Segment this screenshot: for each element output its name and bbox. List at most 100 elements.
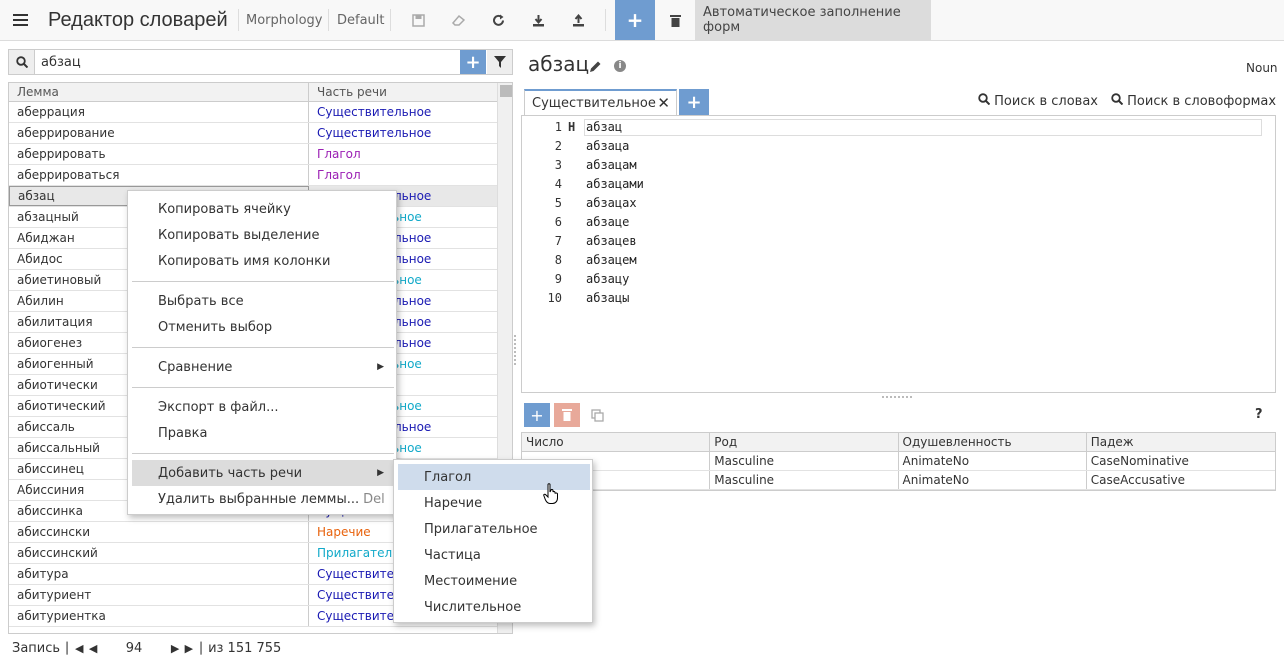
table-row[interactable]: аберрироваться Глагол — [9, 165, 512, 186]
last-page-icon[interactable]: ▶▕ — [184, 642, 202, 655]
submenu-item[interactable]: Наречие — [398, 490, 590, 516]
column-header-case[interactable]: Падеж — [1087, 433, 1275, 451]
add-lemma-button[interactable]: + — [460, 50, 486, 74]
hamburger-menu-icon[interactable] — [0, 0, 40, 40]
submenu-item[interactable]: Частица — [398, 542, 590, 568]
context-menu-item[interactable]: Копировать выделение — [132, 222, 394, 248]
table-row[interactable]: аберрация Существительное — [9, 102, 512, 123]
cell[interactable]: Masculine — [710, 471, 899, 489]
tab-noun[interactable]: Существительное ✕ — [524, 89, 677, 115]
wordform-line[interactable]: абзацу — [586, 272, 629, 286]
context-menu-item[interactable]: Копировать ячейку — [132, 196, 394, 222]
menu-item-label: Отменить выбор — [158, 319, 273, 335]
resize-handle[interactable] — [882, 396, 912, 399]
prev-page-icon[interactable]: ◀ — [84, 642, 102, 655]
submenu-arrow-icon: ▶ — [377, 362, 384, 372]
search-in-wordforms-link[interactable]: Поиск в словоформах — [1111, 93, 1276, 109]
submenu-item[interactable]: Прилагательное — [398, 516, 590, 542]
column-header-animacy[interactable]: Одушевленность — [899, 433, 1087, 451]
refresh-icon[interactable] — [478, 0, 518, 40]
upload-icon[interactable] — [558, 0, 598, 40]
pos-cell[interactable]: Глагол — [309, 165, 497, 185]
column-header-number[interactable]: Число — [522, 433, 711, 451]
search-input[interactable]: абзац — [41, 55, 81, 70]
autofill-forms-button[interactable]: Автоматическое заполнение форм — [695, 0, 931, 40]
page-number-input[interactable]: 94 — [102, 640, 167, 656]
cell[interactable]: AnimateNo — [899, 471, 1087, 489]
context-menu-item[interactable]: Выбрать все — [132, 288, 394, 314]
add-tab-button[interactable]: + — [679, 89, 709, 115]
wordform-line[interactable]: абзац — [586, 120, 622, 134]
submenu-item[interactable]: Глагол — [398, 464, 590, 490]
context-menu-item[interactable]: Отменить выбор — [132, 314, 394, 340]
column-header-lemma[interactable]: Лемма — [9, 83, 309, 101]
wordforms-editor[interactable]: 1 Набзац 2 абзаца 3 абзацам 4 абзацами 5 абзацах 6… — [521, 115, 1276, 393]
line-number: 3 — [554, 158, 562, 172]
table-row[interactable]: аберрировать Глагол — [9, 144, 512, 165]
context-menu-item[interactable]: Добавить часть речи ▶ — [132, 460, 394, 486]
wordform-line[interactable]: абзацах — [586, 196, 637, 210]
context-menu-item[interactable]: Правка — [132, 420, 394, 446]
tab-label: Существительное — [532, 95, 656, 111]
cell[interactable]: AnimateNo — [899, 452, 1087, 470]
wordform-line[interactable]: абзацами — [586, 177, 644, 191]
lemma-cell[interactable]: аберрирование — [9, 123, 309, 143]
add-lemma-button[interactable]: + — [615, 0, 655, 40]
lemma-cell[interactable]: аберрация — [9, 102, 309, 122]
filter-icon[interactable] — [487, 50, 512, 74]
add-pos-submenu: Глагол Наречие Прилагательное Частица Местои… — [393, 459, 593, 623]
context-menu-item[interactable]: Сравнение ▶ — [132, 354, 394, 380]
table-row[interactable]: Masculine AnimateNo CaseAccusative — [522, 471, 1275, 490]
help-icon[interactable]: ? — [1255, 407, 1263, 422]
lemma-cell[interactable]: абитура — [9, 564, 309, 584]
submenu-item[interactable]: Местоимение — [398, 568, 590, 594]
close-icon[interactable]: ✕ — [657, 94, 670, 112]
lemma-cell[interactable]: аберрироваться — [9, 165, 309, 185]
pos-cell[interactable]: Глагол — [309, 144, 497, 164]
column-header-pos[interactable]: Часть речи — [309, 83, 497, 101]
lemma-cell[interactable]: абиссинский — [9, 543, 309, 563]
cell[interactable]: Masculine — [710, 452, 899, 470]
scrollbar-thumb[interactable] — [500, 85, 512, 97]
pos-cell[interactable]: Существительное — [309, 123, 497, 143]
info-icon[interactable]: i — [614, 60, 626, 72]
lemma-cell[interactable]: аберрировать — [9, 144, 309, 164]
pos-cell[interactable]: Существительное — [309, 102, 497, 122]
pencil-icon[interactable] — [589, 60, 602, 77]
pager-total: из 151 755 — [208, 640, 282, 656]
breadcrumb-morphology[interactable]: Morphology — [246, 0, 322, 40]
cell[interactable]: CaseAccusative — [1087, 471, 1275, 489]
lemma-cell[interactable]: абитуриент — [9, 585, 309, 605]
search-icon[interactable] — [9, 50, 35, 74]
eraser-icon[interactable] — [438, 0, 478, 40]
save-icon[interactable] — [398, 0, 438, 40]
wordform-line[interactable]: абзаце — [586, 215, 629, 229]
line-number: 2 — [554, 139, 562, 153]
wordform-line[interactable]: абзацам — [586, 158, 637, 172]
menu-item-label: Добавить часть речи — [158, 465, 303, 481]
search-in-words-link[interactable]: Поиск в словах — [978, 93, 1098, 109]
context-menu-item[interactable]: Экспорт в файл... — [132, 394, 394, 420]
panel-splitter[interactable] — [514, 335, 517, 365]
add-grammeme-button[interactable]: + — [524, 403, 550, 427]
first-page-icon[interactable]: ▏◀ — [66, 642, 84, 655]
wordform-line[interactable]: абзацев — [586, 234, 637, 248]
copy-icon[interactable] — [584, 403, 610, 427]
wordform-line[interactable]: абзацы — [586, 291, 629, 305]
wordform-line[interactable]: абзацем — [586, 253, 637, 267]
breadcrumb-default[interactable]: Default — [337, 0, 385, 40]
lemma-cell[interactable]: абиссински — [9, 522, 309, 542]
column-header-gender[interactable]: Род — [710, 433, 899, 451]
next-page-icon[interactable]: ▶ — [166, 642, 184, 655]
lemma-cell[interactable]: абитуриентка — [9, 606, 309, 626]
delete-grammeme-button[interactable] — [554, 403, 580, 427]
table-row[interactable]: аберрирование Существительное — [9, 123, 512, 144]
table-row[interactable]: Masculine AnimateNo CaseNominative — [522, 452, 1275, 471]
trash-icon[interactable] — [655, 0, 695, 40]
context-menu-item[interactable]: Удалить выбранные леммы... Del — [132, 486, 394, 512]
download-icon[interactable] — [518, 0, 558, 40]
wordform-line[interactable]: абзаца — [586, 139, 629, 153]
submenu-item[interactable]: Числительное — [398, 594, 590, 620]
cell[interactable]: CaseNominative — [1087, 452, 1275, 470]
context-menu-item[interactable]: Копировать имя колонки — [132, 248, 394, 274]
